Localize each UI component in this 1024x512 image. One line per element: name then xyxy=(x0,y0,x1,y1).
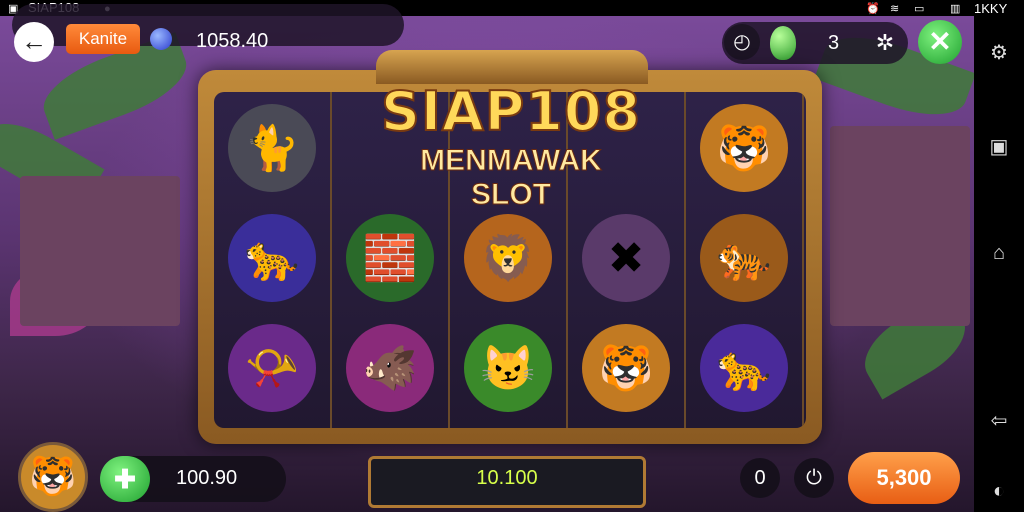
settings-gear-icon[interactable]: ✲ xyxy=(872,30,898,56)
green-gem-icon xyxy=(770,26,796,60)
back-button[interactable]: ← xyxy=(14,22,54,62)
status-right-text: 1KKY xyxy=(974,1,1008,16)
player-avatar[interactable]: 🐯 xyxy=(18,442,88,512)
tiger-icon: 🐯 xyxy=(582,324,670,412)
close-button[interactable]: ✕ xyxy=(918,20,962,64)
lion-icon: 🦁 xyxy=(464,214,552,302)
tag-button[interactable]: Kanite xyxy=(66,24,140,54)
recent-apps-icon[interactable]: ◐ xyxy=(986,478,1012,504)
increase-bet-button[interactable]: ✚ xyxy=(100,456,150,502)
green-cat-icon: 😼 xyxy=(464,324,552,412)
battery-icon: ▭ xyxy=(914,3,925,15)
game-title: SIAP108 xyxy=(380,79,642,144)
crossed-sticks-icon: ✖ xyxy=(582,214,670,302)
horn-icon: 📯 xyxy=(228,324,316,412)
screen-icon[interactable]: ▣ xyxy=(986,134,1012,160)
purple-panther-icon: 🐆 xyxy=(700,324,788,412)
gem-counter: 3 xyxy=(828,32,840,54)
counter-zero: 0 xyxy=(740,458,780,498)
game-subtitle: MENMAWAK SLOT xyxy=(420,144,603,212)
pink-beast-icon: 🐗 xyxy=(346,324,434,412)
power-button[interactable]: ⏻ xyxy=(794,458,834,498)
reel-5: 🐯 🐅 🐆 xyxy=(686,92,804,428)
home-icon[interactable]: ⌂ xyxy=(986,240,1012,266)
alarm-icon: ⏰ xyxy=(866,3,880,15)
hut-right xyxy=(830,126,970,326)
frame-crest xyxy=(376,50,648,84)
hut-left xyxy=(20,176,180,326)
crowned-tiger-icon: 🐅 xyxy=(700,214,788,302)
panther-icon: 🐈 xyxy=(228,104,316,192)
android-nav-bar: ⚙ ▣ ⌂ ⇦ ◐ xyxy=(974,16,1024,512)
wifi-icon: ≋ xyxy=(890,3,900,15)
spin-button[interactable]: 5,300 xyxy=(848,452,960,504)
blue-panther-icon: 🐆 xyxy=(228,214,316,302)
signal-icon: ▥ xyxy=(950,3,961,15)
bet-value: 100.90 xyxy=(176,467,238,489)
reel-1: 🐈 🐆 📯 xyxy=(214,92,332,428)
history-clock-button[interactable]: ◴ xyxy=(724,24,760,60)
balance-value: 1058.40 xyxy=(196,30,269,52)
back-nav-icon[interactable]: ⇦ xyxy=(986,408,1012,434)
settings-gear-icon[interactable]: ⚙ xyxy=(986,40,1012,66)
tiger-icon: 🐯 xyxy=(700,104,788,192)
blue-gem-icon xyxy=(150,28,172,50)
win-value: 10.100 xyxy=(476,467,538,489)
green-block-icon: 🧱 xyxy=(346,214,434,302)
